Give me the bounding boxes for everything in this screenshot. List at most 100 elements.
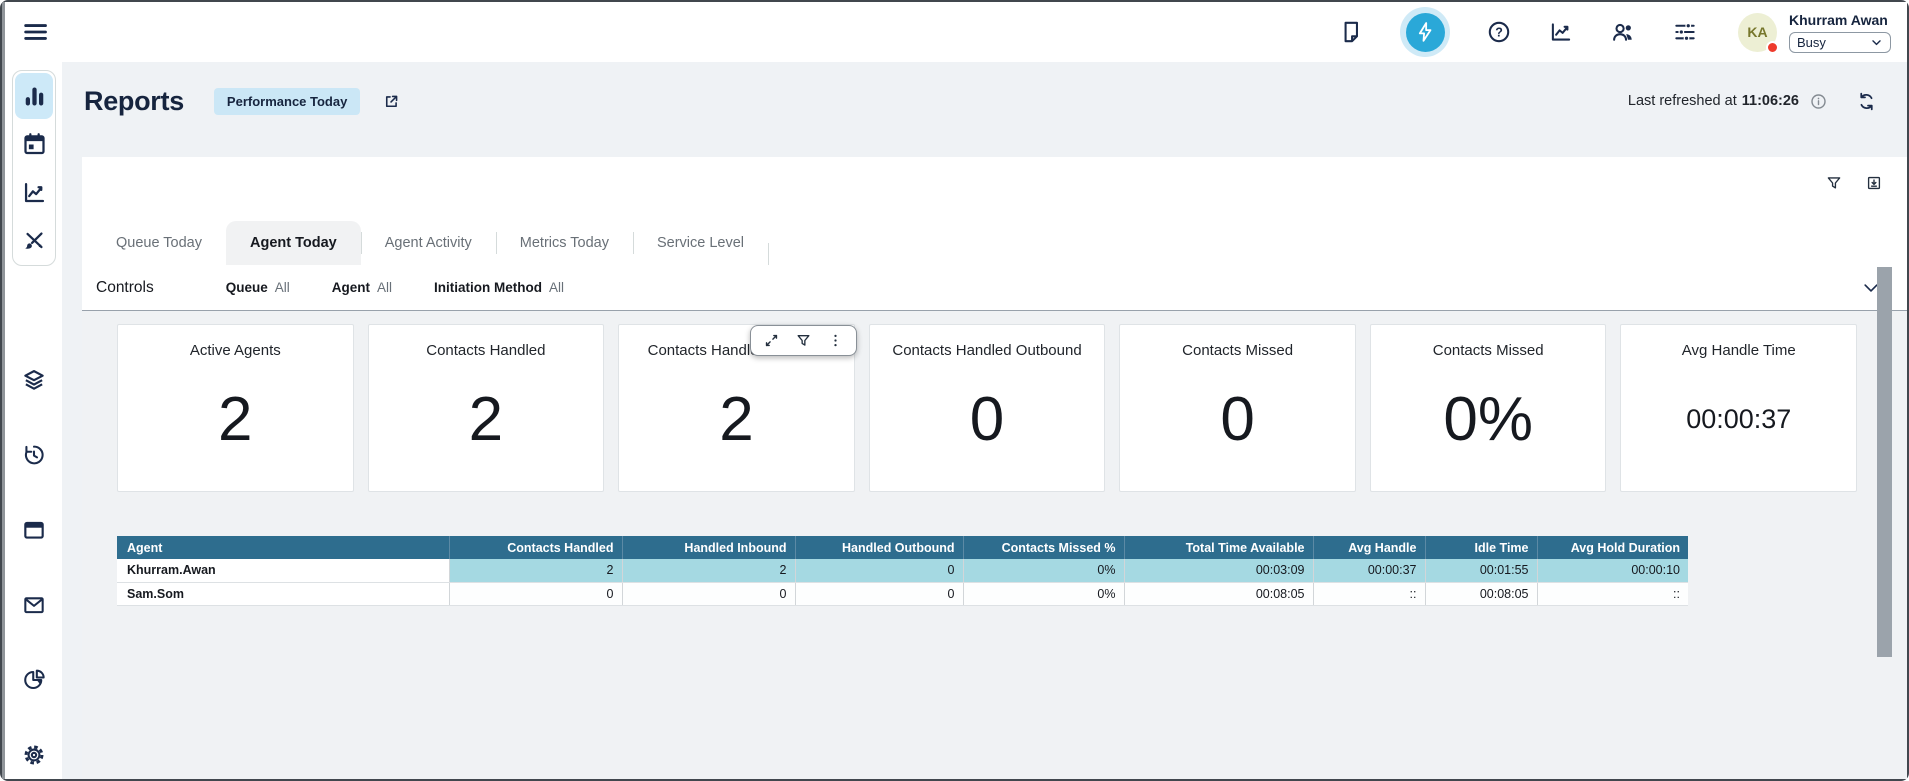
col-total-time-available[interactable]: Total Time Available <box>1124 536 1313 559</box>
bar-chart-icon <box>21 83 48 110</box>
widget-toolbar <box>750 325 857 356</box>
table-row[interactable]: Khurram.Awan 2 2 0 0% 00:03:09 00:00:37 … <box>117 559 1688 582</box>
filter-icon[interactable] <box>795 332 812 349</box>
cell-agent: Sam.Som <box>117 582 449 605</box>
line-chart-icon <box>21 179 48 206</box>
scrollbar[interactable] <box>1877 267 1892 657</box>
last-refreshed: Last refreshed at 11:06:26 <box>1628 93 1799 109</box>
main-area: Reports Performance Today Last refreshed… <box>62 62 1907 779</box>
window-icon <box>21 517 47 543</box>
cell: 0% <box>963 559 1124 582</box>
cell: 00:01:55 <box>1425 559 1537 582</box>
help-icon[interactable]: ? <box>1486 19 1512 45</box>
cell: 2 <box>449 559 622 582</box>
tab-agent-today[interactable]: Agent Today <box>226 221 361 265</box>
sidebar-item-bar-chart[interactable] <box>15 73 53 119</box>
last-refreshed-label: Last refreshed at <box>1628 93 1737 109</box>
col-idle-time[interactable]: Idle Time <box>1425 536 1537 559</box>
bolt-icon <box>1406 13 1445 52</box>
kpi-value: 2 <box>469 359 503 491</box>
external-link-icon[interactable] <box>382 92 401 111</box>
tab-service-level[interactable]: Service Level <box>633 221 768 265</box>
window-edge <box>2 2 5 779</box>
col-avg-hold-duration[interactable]: Avg Hold Duration <box>1537 536 1688 559</box>
cell: :: <box>1313 582 1425 605</box>
sidebar-item-gear[interactable] <box>21 742 47 768</box>
kpi-card-active-agents: Active Agents 2 <box>117 324 354 492</box>
contacts-icon[interactable] <box>1610 19 1636 45</box>
metrics-icon[interactable] <box>1548 19 1574 45</box>
controls-title: Controls <box>96 279 154 297</box>
calendar-icon <box>21 131 48 158</box>
filter-queue[interactable]: QueueAll <box>226 280 290 295</box>
kpi-card-contacts-missed-pct: Contacts Missed 0% <box>1370 324 1607 492</box>
cell: 0 <box>795 559 963 582</box>
controls-bar: Controls QueueAll AgentAll Initiation Me… <box>82 265 1907 311</box>
kpi-value: 2 <box>218 359 252 491</box>
sidebar-item-pie-chart[interactable] <box>21 667 47 693</box>
brush-icon <box>21 227 48 254</box>
col-handled-outbound[interactable]: Handled Outbound <box>795 536 963 559</box>
history-icon <box>21 442 47 468</box>
col-agent[interactable]: Agent <box>117 536 449 559</box>
kpi-value: 0 <box>1220 359 1254 491</box>
col-contacts-handled[interactable]: Contacts Handled <box>449 536 622 559</box>
cell: 00:00:10 <box>1537 559 1688 582</box>
sidebar-item-layers[interactable] <box>21 367 47 393</box>
status-value: Busy <box>1797 35 1870 50</box>
kpi-value: 0% <box>1443 359 1533 491</box>
tab-queue-today[interactable]: Queue Today <box>92 221 226 265</box>
download-icon[interactable] <box>1865 174 1883 192</box>
sidebar-item-line-chart[interactable] <box>15 169 53 215</box>
sidebar-item-window[interactable] <box>21 517 47 543</box>
sidebar-item-calendar[interactable] <box>15 121 53 167</box>
sliders-icon[interactable] <box>1672 19 1698 45</box>
filter-initiation-method[interactable]: Initiation MethodAll <box>434 280 564 295</box>
status-select[interactable]: Busy <box>1789 32 1891 53</box>
cell: 0 <box>622 582 795 605</box>
kpi-cards: Active Agents 2 Contacts Handled 2 Conta… <box>117 324 1857 492</box>
user-name: Khurram Awan <box>1789 12 1891 28</box>
hamburger-menu-icon[interactable] <box>21 18 49 46</box>
cell: 2 <box>622 559 795 582</box>
page-title: Reports <box>84 86 184 117</box>
expand-icon[interactable] <box>763 332 780 349</box>
kpi-card-contacts-handled-outbound: Contacts Handled Outbound 0 <box>869 324 1106 492</box>
sidebar-item-history[interactable] <box>21 442 47 468</box>
kpi-card-avg-handle-time: Avg Handle Time 00:00:37 <box>1620 324 1857 492</box>
gear-icon <box>21 742 47 768</box>
bolt-button[interactable] <box>1400 7 1450 57</box>
mail-icon <box>21 592 47 618</box>
sidebar <box>5 62 62 779</box>
table-row[interactable]: Sam.Som 0 0 0 0% 00:08:05 :: 00:08:05 :: <box>117 582 1688 605</box>
cell: 0% <box>963 582 1124 605</box>
cell: 00:03:09 <box>1124 559 1313 582</box>
layers-icon <box>21 367 47 393</box>
tab-agent-activity[interactable]: Agent Activity <box>361 221 496 265</box>
sidebar-item-brush[interactable] <box>15 217 53 263</box>
sidebar-report-group <box>12 70 56 266</box>
report-panel: Queue Today Agent Today Agent Activity M… <box>82 157 1907 779</box>
filter-icon[interactable] <box>1825 174 1843 192</box>
avatar[interactable]: KA <box>1738 13 1777 52</box>
cell: 00:08:05 <box>1124 582 1313 605</box>
chevron-down-icon <box>1870 36 1883 49</box>
col-handled-inbound[interactable]: Handled Inbound <box>622 536 795 559</box>
col-avg-handle[interactable]: Avg Handle <box>1313 536 1425 559</box>
cell: 0 <box>795 582 963 605</box>
report-content: Active Agents 2 Contacts Handled 2 Conta… <box>82 311 1907 779</box>
col-contacts-missed-pct[interactable]: Contacts Missed % <box>963 536 1124 559</box>
note-icon[interactable] <box>1338 19 1364 45</box>
last-refreshed-time: 11:06:26 <box>1742 93 1799 109</box>
info-icon[interactable] <box>1809 92 1828 111</box>
kpi-value: 0 <box>970 359 1004 491</box>
report-badge: Performance Today <box>214 88 360 115</box>
report-tabs: Queue Today Agent Today Agent Activity M… <box>82 221 1907 265</box>
refresh-icon[interactable] <box>1856 91 1877 112</box>
user-block: KA Khurram Awan Busy <box>1738 12 1891 53</box>
kebab-icon[interactable] <box>827 332 844 349</box>
svg-text:?: ? <box>1495 26 1503 40</box>
filter-agent[interactable]: AgentAll <box>332 280 392 295</box>
sidebar-item-mail[interactable] <box>21 592 47 618</box>
tab-metrics-today[interactable]: Metrics Today <box>496 221 633 265</box>
